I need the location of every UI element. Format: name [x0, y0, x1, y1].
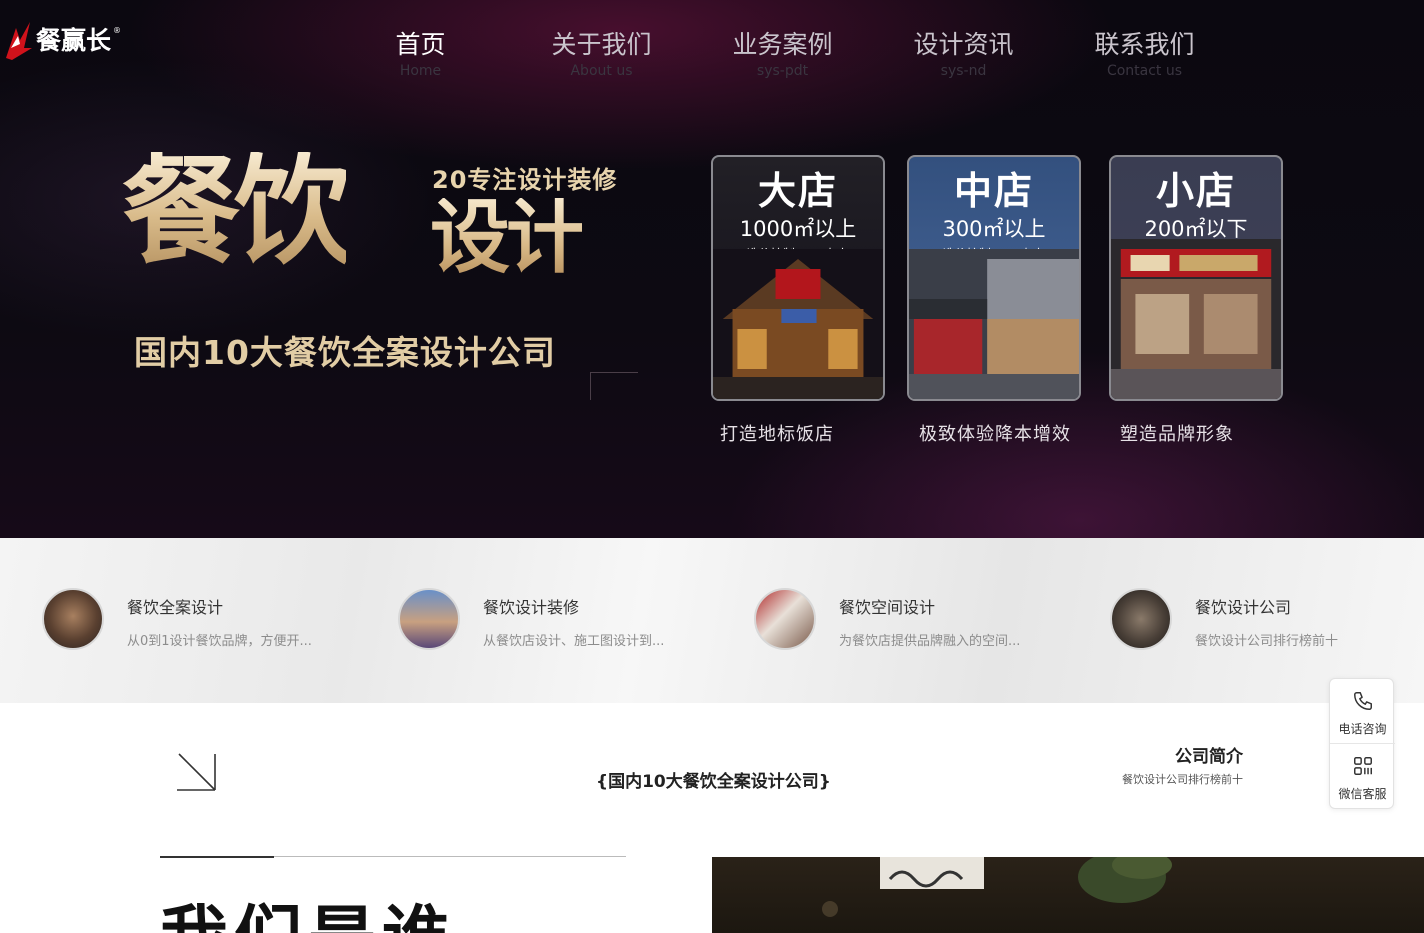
- feature-thumb: [1110, 588, 1172, 650]
- nav-sub: sys-nd: [940, 63, 987, 79]
- nav-item-contact[interactable]: 联系我们 Contact us: [1054, 28, 1235, 80]
- phone-icon: [1354, 692, 1372, 710]
- main-nav: 首页 Home 关于我们 About us 业务案例 sys-pdt 设计资讯 …: [330, 28, 1235, 80]
- nav-item-home[interactable]: 首页 Home: [330, 28, 511, 80]
- feature-item[interactable]: 餐饮设计装修 从餐饮店设计、施工图设计到...: [398, 588, 738, 652]
- nav-label: 设计资讯: [913, 30, 1014, 59]
- hero-badge: 20专注设计装修: [432, 166, 618, 194]
- nav-label: 联系我们: [1094, 30, 1195, 59]
- nav-label: 业务案例: [732, 30, 833, 59]
- hero-design-word: 设计: [430, 191, 586, 284]
- feature-thumb: [42, 588, 104, 650]
- store-card-large[interactable]: 大店 1000㎡以上 造价控制1200左右: [711, 155, 885, 401]
- feature-desc: 从0到1设计餐饮品牌，方便开...: [127, 634, 312, 649]
- feature-thumb: [754, 588, 816, 650]
- card-name: 小店: [1155, 169, 1236, 213]
- nav-item-cases[interactable]: 业务案例 sys-pdt: [692, 28, 873, 80]
- arrow-down-right-icon: [176, 751, 218, 793]
- hero-banner: 餐赢长 ® 首页 Home 关于我们 About us 业务案例 sys-pdt…: [0, 0, 1424, 538]
- nav-item-news[interactable]: 设计资讯 sys-nd: [873, 28, 1054, 80]
- divider-accent: [160, 856, 274, 858]
- store-card-small[interactable]: 小店 200㎡以下: [1109, 155, 1283, 401]
- card-photo-large: [713, 249, 883, 399]
- feature-desc: 从餐饮店设计、施工图设计到...: [483, 634, 665, 649]
- decorative-corner: [590, 372, 638, 400]
- hero-big-title: 餐饮: [122, 142, 352, 280]
- card-caption-medium: 极致体验降本增效: [919, 424, 1071, 445]
- feature-title: 餐饮空间设计: [839, 598, 936, 617]
- feature-title: 餐饮设计公司: [1195, 598, 1292, 617]
- feature-thumb: [398, 588, 460, 650]
- feature-desc: 餐饮设计公司排行榜前十: [1195, 634, 1339, 649]
- feature-item[interactable]: 餐饮空间设计 为餐饮店提供品牌融入的空间...: [754, 588, 1094, 652]
- feature-item[interactable]: 餐饮全案设计 从0到1设计餐饮品牌，方便开...: [42, 588, 382, 652]
- card-header: 小店 200㎡以下: [1111, 169, 1281, 243]
- page: 餐赢长 ® 首页 Home 关于我们 About us 业务案例 sys-pdt…: [0, 0, 1424, 933]
- logo-icon: [2, 18, 34, 62]
- wechat-grid-icon: [1354, 757, 1372, 775]
- card-area: 300㎡以上: [942, 217, 1046, 241]
- brand-name: 餐赢长: [36, 25, 112, 55]
- card-caption-small: 塑造品牌形象: [1120, 424, 1234, 445]
- intro-title: 公司简介: [1175, 747, 1243, 767]
- card-area: 1000㎡以上: [739, 217, 857, 241]
- hero-slogan: 国内10大餐饮全案设计公司: [134, 333, 556, 372]
- card-photo-small: [1111, 239, 1281, 399]
- phone-consult-button[interactable]: 电话咨询: [1330, 679, 1395, 743]
- nav-sub: Contact us: [1106, 63, 1183, 79]
- nav-sub: sys-pdt: [756, 63, 809, 79]
- nav-item-about[interactable]: 关于我们 About us: [511, 28, 692, 80]
- store-card-medium[interactable]: 中店 300㎡以上 造价控制1000左右: [907, 155, 1081, 401]
- feature-title: 餐饮全案设计: [127, 598, 224, 617]
- floating-service-panel: 电话咨询 微信客服: [1329, 678, 1395, 809]
- office-photo: [712, 857, 1424, 933]
- section-heading: 我们是谁: [160, 905, 456, 933]
- brand-reg: ®: [113, 25, 122, 35]
- intro-subtitle: 餐饮设计公司排行榜前十: [1122, 773, 1243, 786]
- wechat-service-button[interactable]: 微信客服: [1330, 744, 1395, 808]
- brand-logo[interactable]: 餐赢长 ®: [2, 18, 121, 62]
- card-photo-medium: [909, 249, 1079, 399]
- card-name: 大店: [757, 169, 838, 213]
- nav-sub: Home: [399, 63, 442, 79]
- feature-band: 餐饮全案设计 从0到1设计餐饮品牌，方便开... 餐饮设计装修 从餐饮店设计、施…: [0, 538, 1424, 703]
- feature-title: 餐饮设计装修: [483, 598, 580, 617]
- phone-consult-label: 电话咨询: [1338, 722, 1387, 736]
- card-name: 中店: [953, 169, 1034, 213]
- feature-item[interactable]: 餐饮设计公司 餐饮设计公司排行榜前十: [1110, 588, 1424, 652]
- nav-sub: About us: [570, 63, 633, 79]
- wechat-service-label: 微信客服: [1338, 787, 1387, 801]
- feature-desc: 为餐饮店提供品牌融入的空间...: [839, 634, 1021, 649]
- nav-label: 关于我们: [551, 30, 652, 59]
- card-caption-large: 打造地标饭店: [720, 424, 834, 445]
- section-slogan: {国内10大餐饮全案设计公司}: [596, 772, 831, 792]
- nav-label: 首页: [395, 30, 446, 59]
